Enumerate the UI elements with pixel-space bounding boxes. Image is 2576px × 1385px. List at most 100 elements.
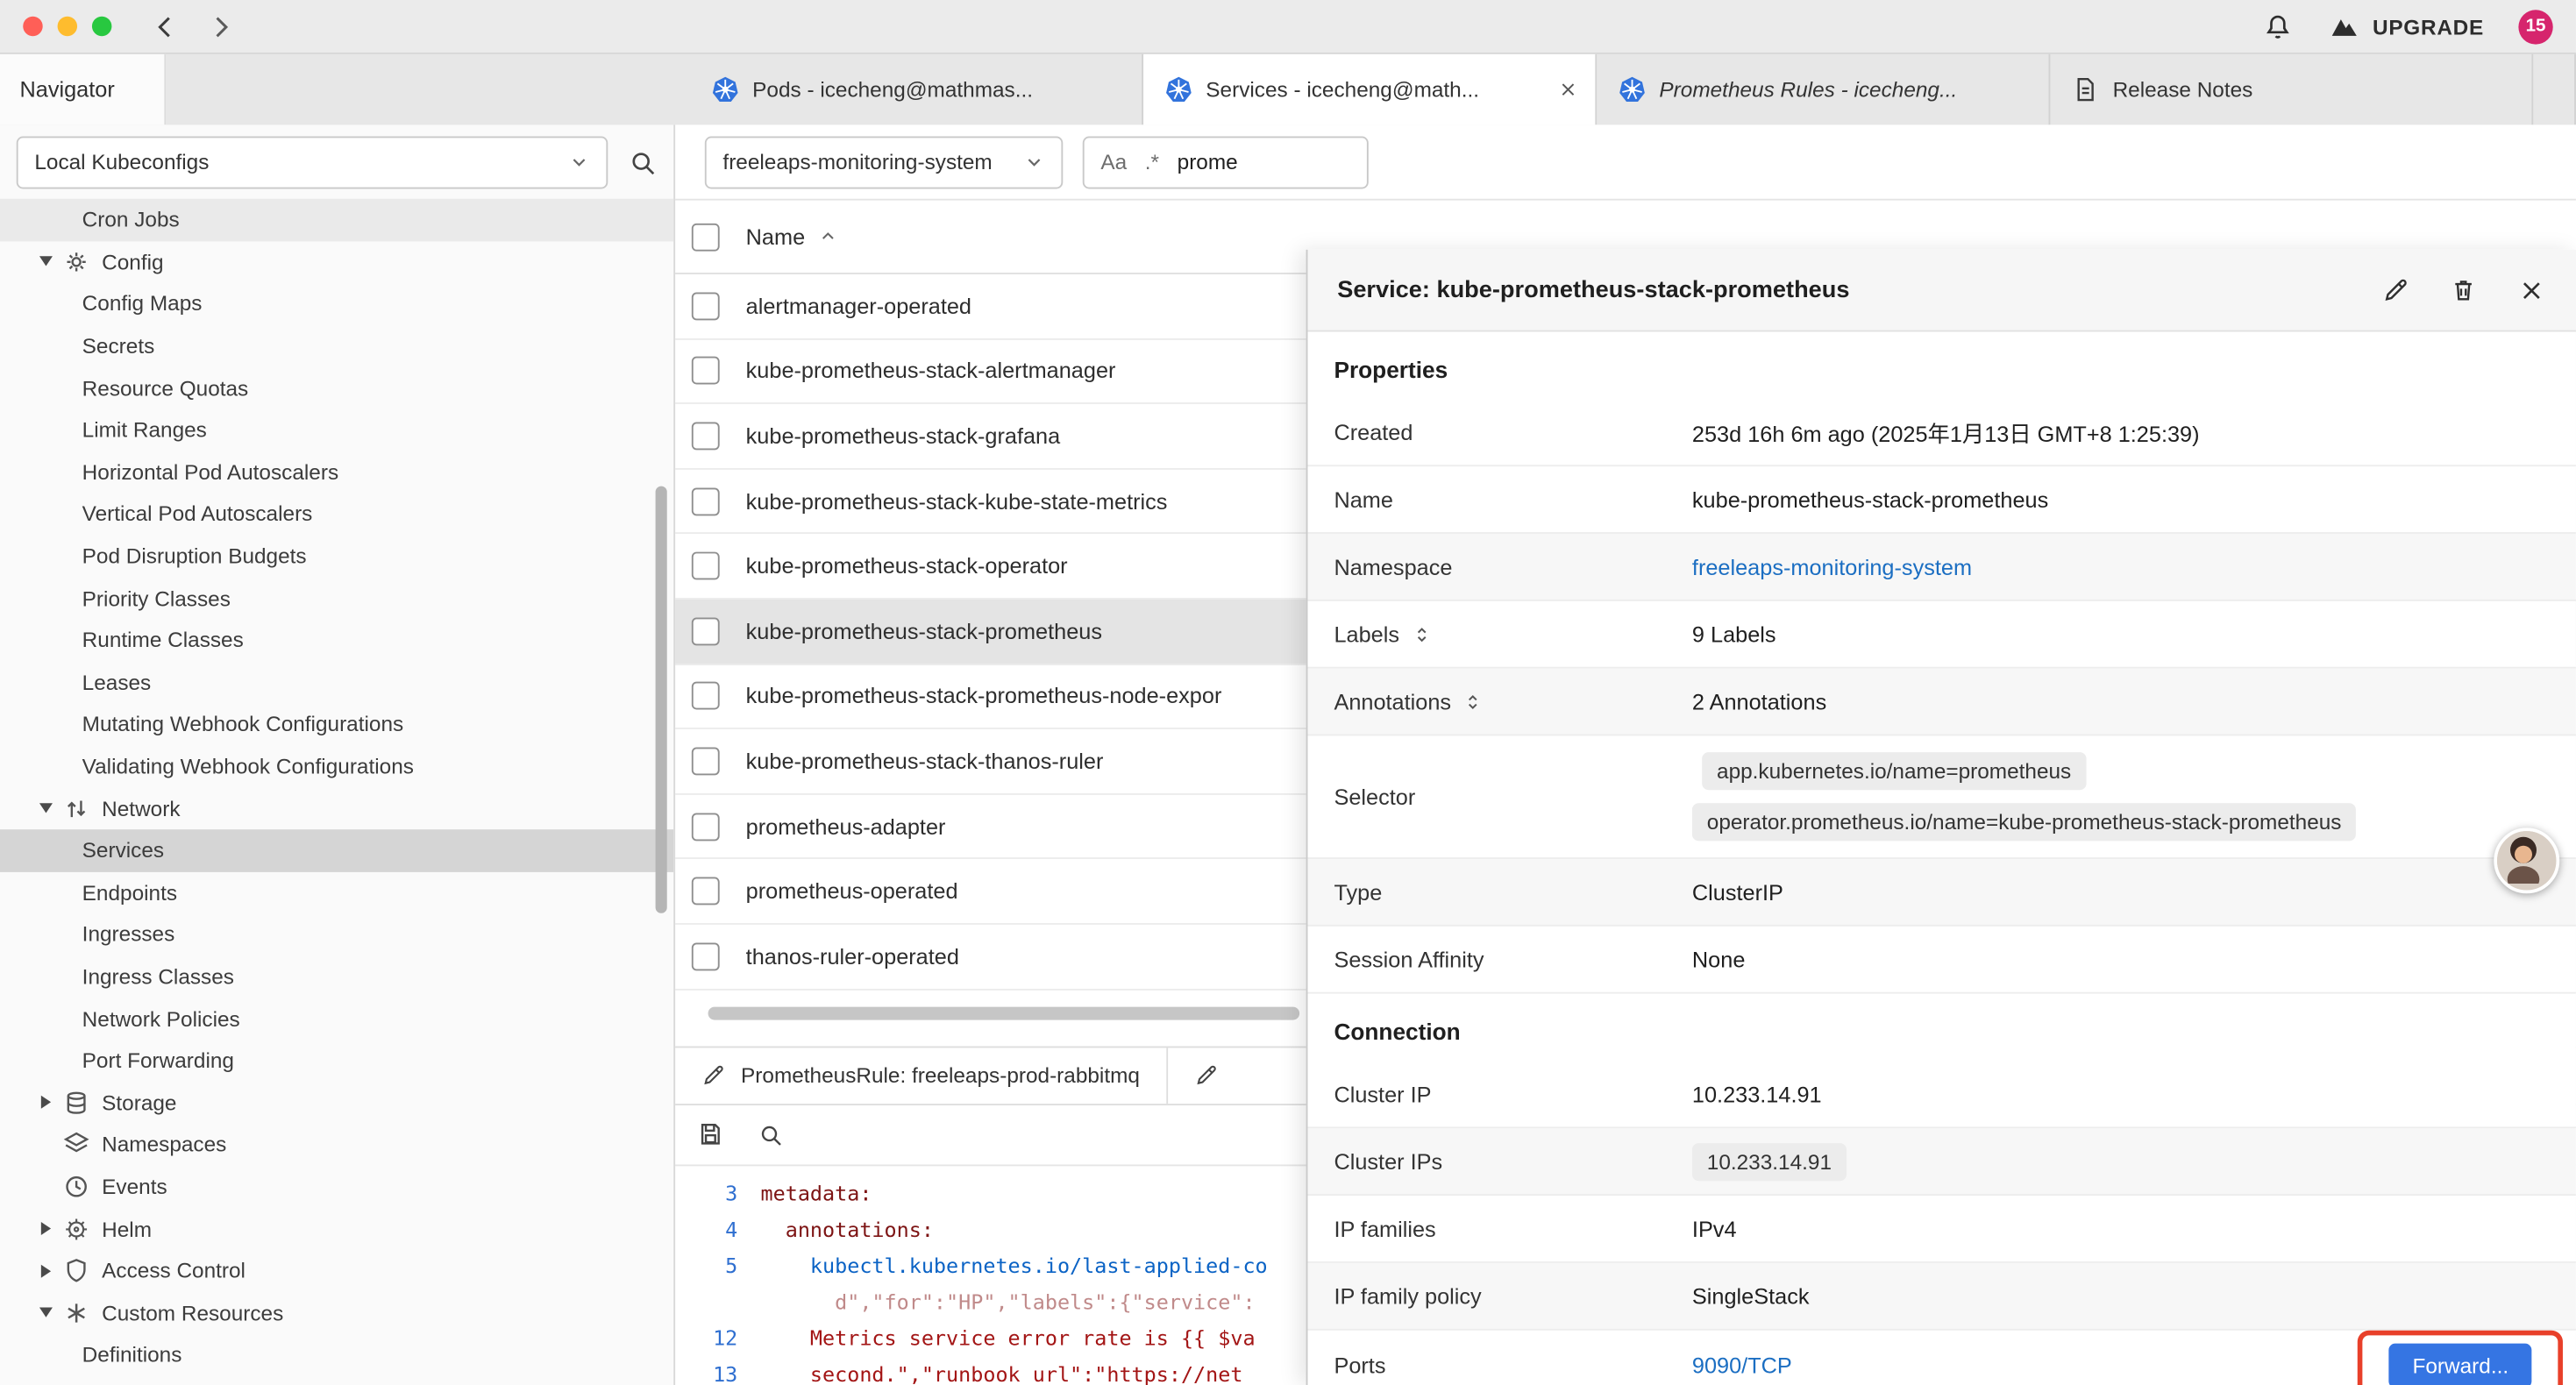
- name-column-header[interactable]: Name: [746, 224, 838, 249]
- chevron-icon[interactable]: [32, 1133, 57, 1157]
- back-button[interactable]: [150, 11, 181, 42]
- row-checkbox[interactable]: [692, 942, 720, 970]
- sidebar-item[interactable]: Horizontal Pod Autoscalers: [0, 451, 673, 493]
- tab-close-icon[interactable]: [1557, 79, 1578, 100]
- upgrade-button[interactable]: UPGRADE: [2318, 8, 2494, 44]
- sidebar-scrollbar-thumb[interactable]: [656, 487, 667, 913]
- sidebar-item[interactable]: Services: [0, 829, 673, 871]
- window-minimize-button[interactable]: [58, 17, 77, 36]
- row-checkbox[interactable]: [692, 487, 720, 515]
- close-drawer-button[interactable]: [2517, 275, 2547, 305]
- save-button[interactable]: [696, 1120, 724, 1148]
- sidebar-item[interactable]: Access Control: [0, 1250, 673, 1292]
- sidebar-item[interactable]: Endpoints: [0, 871, 673, 913]
- expand-labels-icon[interactable]: [1411, 623, 1432, 644]
- chevron-icon[interactable]: [32, 250, 57, 274]
- namespace-select[interactable]: freeleaps-monitoring-system: [705, 136, 1063, 188]
- service-name: prometheus-operated: [746, 879, 958, 904]
- match-case-toggle[interactable]: Aa: [1100, 150, 1127, 174]
- row-checkbox[interactable]: [692, 813, 720, 841]
- row-checkbox[interactable]: [692, 357, 720, 385]
- forward-button[interactable]: [205, 11, 237, 42]
- sidebar-item[interactable]: Resource Quotas: [0, 367, 673, 409]
- sidebar-item[interactable]: Network Policies: [0, 998, 673, 1040]
- sidebar-item[interactable]: Config Maps: [0, 283, 673, 325]
- window-close-button[interactable]: [23, 17, 42, 36]
- table-search-input[interactable]: Aa .* prome: [1083, 136, 1369, 188]
- chevron-icon[interactable]: [32, 1090, 57, 1115]
- sidebar-item-label: Definitions: [82, 1342, 182, 1367]
- row-checkbox[interactable]: [692, 682, 720, 710]
- sidebar-item[interactable]: Definitions: [0, 1334, 673, 1376]
- table-horizontal-scrollbar-thumb[interactable]: [708, 1006, 1300, 1019]
- sidebar-item[interactable]: Config: [0, 241, 673, 283]
- service-name: kube-prometheus-stack-prometheus: [746, 619, 1102, 643]
- name-row: Name kube-prometheus-stack-prometheus: [1307, 466, 2575, 534]
- port-link-9090[interactable]: 9090/TCP: [1692, 1353, 1792, 1378]
- service-name: kube-prometheus-stack-kube-state-metrics: [746, 489, 1168, 514]
- kubeconfig-select[interactable]: Local Kubeconfigs: [17, 136, 608, 188]
- created-row: Created 253d 16h 6m ago (2025年1月13日 GMT+…: [1307, 399, 2575, 466]
- forward-port-button[interactable]: Forward...: [2389, 1344, 2531, 1385]
- sidebar-item[interactable]: Vertical Pod Autoscalers: [0, 493, 673, 535]
- editor-tab-prometheusrule[interactable]: PrometheusRule: freeleaps-prod-rabbitmq: [675, 1048, 1168, 1104]
- edit-button[interactable]: [2382, 276, 2410, 304]
- expand-annotations-icon[interactable]: [1462, 691, 1484, 712]
- sidebar-item[interactable]: Validating Webhook Configurations: [0, 745, 673, 787]
- tab-prometheus-rules[interactable]: Prometheus Rules - icecheng...: [1597, 54, 2050, 125]
- tab-pods[interactable]: Pods - icecheng@mathmas...: [690, 54, 1143, 125]
- sidebar-item[interactable]: Limit Ranges: [0, 408, 673, 451]
- sidebar-item[interactable]: Custom Resources: [0, 1292, 673, 1334]
- notifications-bell-icon[interactable]: [2262, 11, 2294, 42]
- line-text: Metrics service error rate is {{ $va: [761, 1320, 1256, 1356]
- chevron-icon[interactable]: [32, 1217, 57, 1241]
- row-checkbox[interactable]: [692, 747, 720, 775]
- tab-argo[interactable]: Argo Se: [2533, 54, 2576, 125]
- sidebar-item[interactable]: Port Forwarding: [0, 1040, 673, 1082]
- sidebar-item[interactable]: Ingress Classes: [0, 955, 673, 998]
- navigator-tab[interactable]: Navigator: [0, 54, 166, 125]
- sidebar-item[interactable]: Namespaces: [0, 1124, 673, 1166]
- row-checkbox[interactable]: [692, 617, 720, 645]
- row-checkbox[interactable]: [692, 423, 720, 451]
- sidebar-item-label: Leases: [82, 670, 152, 694]
- sidebar-item[interactable]: Ingresses: [0, 913, 673, 955]
- editor-tab-partial[interactable]: [1168, 1048, 1320, 1104]
- delete-button[interactable]: [2450, 276, 2478, 304]
- notification-count-badge[interactable]: 15: [2518, 9, 2552, 43]
- window-zoom-button[interactable]: [92, 17, 111, 36]
- tab-release-notes[interactable]: Release Notes: [2050, 54, 2533, 125]
- sidebar-item[interactable]: Events: [0, 1166, 673, 1208]
- select-all-checkbox[interactable]: [692, 223, 720, 251]
- chevron-icon[interactable]: [32, 1175, 57, 1199]
- row-checkbox[interactable]: [692, 552, 720, 580]
- chevron-icon[interactable]: [32, 796, 57, 820]
- service-name: kube-prometheus-stack-thanos-ruler: [746, 749, 1104, 773]
- sidebar-item-label: Runtime Classes: [82, 628, 244, 652]
- sidebar-search-button[interactable]: [628, 147, 658, 177]
- sidebar-item[interactable]: Pod Disruption Budgets: [0, 535, 673, 577]
- sidebar-item[interactable]: Storage: [0, 1082, 673, 1124]
- sidebar-item-icon: [62, 1173, 90, 1201]
- app-window: UPGRADE 15 Navigator Pods - icecheng@mat…: [0, 0, 2576, 1385]
- sidebar-item[interactable]: Priority Classes: [0, 577, 673, 619]
- regex-toggle[interactable]: .*: [1145, 150, 1159, 174]
- sidebar-item[interactable]: Cron Jobs: [0, 199, 673, 241]
- pencil-icon: [1194, 1062, 1219, 1087]
- namespace-row: Namespace freeleaps-monitoring-system: [1307, 534, 2575, 601]
- row-checkbox[interactable]: [692, 292, 720, 320]
- support-avatar[interactable]: [2494, 827, 2559, 893]
- sidebar-item[interactable]: Secrets: [0, 325, 673, 367]
- sidebar-item[interactable]: Helm: [0, 1208, 673, 1250]
- row-checkbox[interactable]: [692, 877, 720, 906]
- sidebar-item[interactable]: Runtime Classes: [0, 619, 673, 661]
- editor-search-button[interactable]: [758, 1121, 784, 1147]
- kubernetes-icon: [711, 75, 739, 103]
- sidebar-item[interactable]: Network: [0, 787, 673, 829]
- sidebar-item[interactable]: Leases: [0, 661, 673, 703]
- chevron-icon[interactable]: [32, 1259, 57, 1283]
- sidebar-item[interactable]: Mutating Webhook Configurations: [0, 703, 673, 745]
- namespace-link[interactable]: freeleaps-monitoring-system: [1692, 554, 1972, 579]
- chevron-icon[interactable]: [32, 1300, 57, 1325]
- tab-services[interactable]: Services - icecheng@math...: [1143, 54, 1597, 125]
